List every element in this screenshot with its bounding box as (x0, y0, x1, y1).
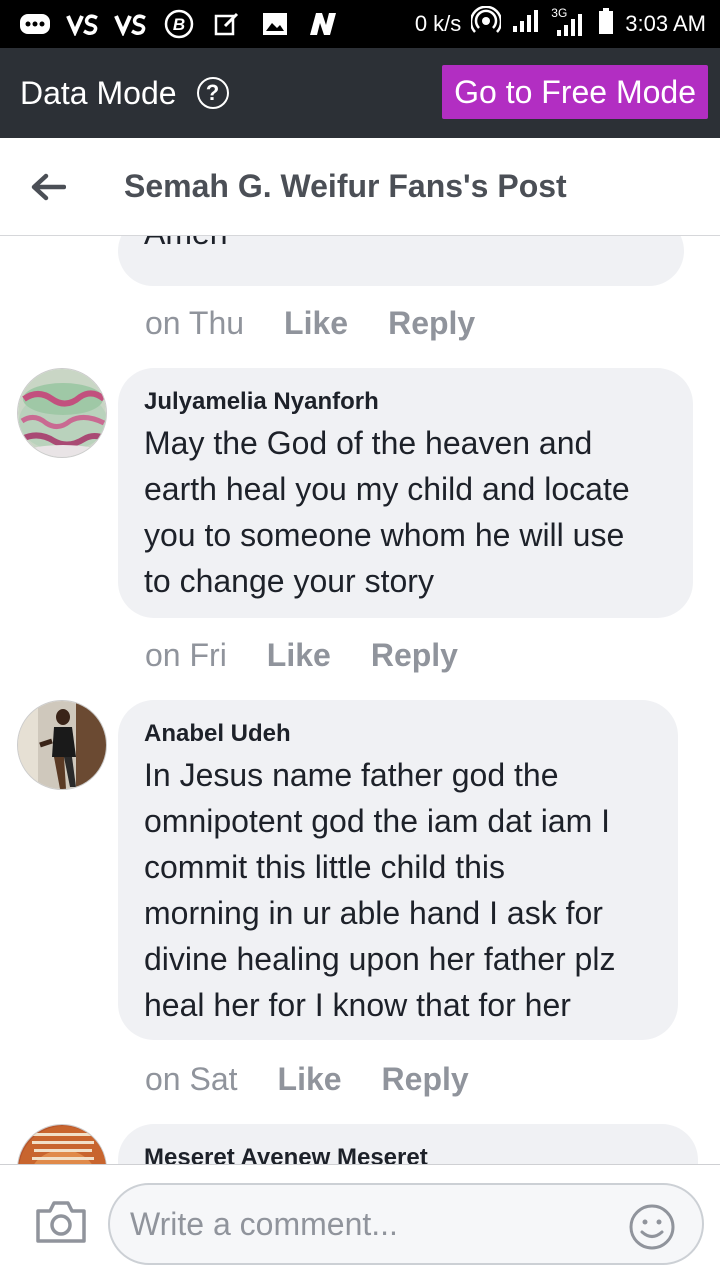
page-title: Semah G. Weifur Fans's Post (124, 168, 567, 204)
clock: 3:03 AM (625, 11, 706, 36)
comment-meta: on Sat Like Reply (145, 1056, 469, 1102)
emoji-icon[interactable] (628, 1203, 676, 1251)
data-mode-label: Data Mode (20, 74, 177, 111)
reply-button[interactable]: Reply (388, 305, 475, 342)
comment-bubble: Amen (118, 236, 684, 286)
comment-time: on Sat (145, 1060, 238, 1097)
comment-meta: on Fri Like Reply (145, 632, 458, 678)
comment-author[interactable]: Julyamelia Nyanforh (144, 388, 379, 416)
bbm-icon (18, 11, 52, 37)
avatar[interactable] (17, 368, 107, 458)
arrow-left-icon (31, 173, 66, 200)
like-button[interactable]: Like (278, 1061, 342, 1098)
image-icon (258, 11, 292, 37)
signal-icon (511, 8, 541, 40)
help-icon[interactable]: ? (196, 77, 229, 109)
comment-author[interactable]: Meseret Ayenew Meseret (144, 1144, 428, 1164)
comment-bubble: Anabel Udeh In Jesus name father god the… (118, 700, 678, 1040)
camera-icon[interactable] (34, 1199, 88, 1245)
hotspot-icon (470, 5, 503, 42)
like-button[interactable]: Like (284, 305, 348, 342)
comment-author[interactable]: Anabel Udeh (144, 720, 291, 748)
vs-icon (66, 11, 100, 37)
reply-button[interactable]: Reply (382, 1061, 469, 1098)
n-icon (306, 11, 340, 37)
reply-button[interactable]: Reply (371, 637, 458, 674)
svg-text:B: B (173, 15, 185, 34)
status-bar: B 0 k/s 3G 3:03 AM (0, 0, 720, 48)
avatar[interactable] (17, 700, 107, 790)
edit-icon (210, 11, 244, 37)
free-mode-button[interactable]: Go to Free Mode (442, 65, 708, 119)
b-icon: B (162, 9, 196, 39)
comment-composer (0, 1164, 720, 1280)
comment-bubble: Meseret Ayenew Meseret (118, 1124, 698, 1164)
comment-text: In Jesus name father god the omnipotent … (144, 757, 616, 1023)
signal-3g-icon: 3G (551, 6, 587, 38)
comment-text: May the God of the heaven and earth heal… (144, 425, 630, 599)
comment-input[interactable] (130, 1185, 610, 1263)
battery-icon (597, 7, 615, 41)
comment-input-field[interactable] (108, 1183, 704, 1265)
post-header: Semah G. Weifur Fans's Post (0, 138, 720, 236)
comment-time: on Thu (145, 304, 245, 341)
network-speed: 0 k/s (414, 11, 462, 36)
data-mode-bar: Data Mode ? Go to Free Mode (0, 48, 720, 138)
comment-text: Amen (144, 236, 228, 256)
avatar[interactable] (17, 1124, 107, 1164)
vs-icon (114, 11, 148, 37)
like-button[interactable]: Like (267, 637, 331, 674)
back-button[interactable] (0, 138, 96, 236)
comment-list: Amen on Thu Like Reply Julyamelia Nyanfo… (0, 236, 720, 1164)
comment-meta: on Thu Like Reply (145, 300, 475, 346)
comment-time: on Fri (145, 636, 227, 673)
comment-bubble: Julyamelia Nyanforh May the God of the h… (118, 368, 693, 618)
